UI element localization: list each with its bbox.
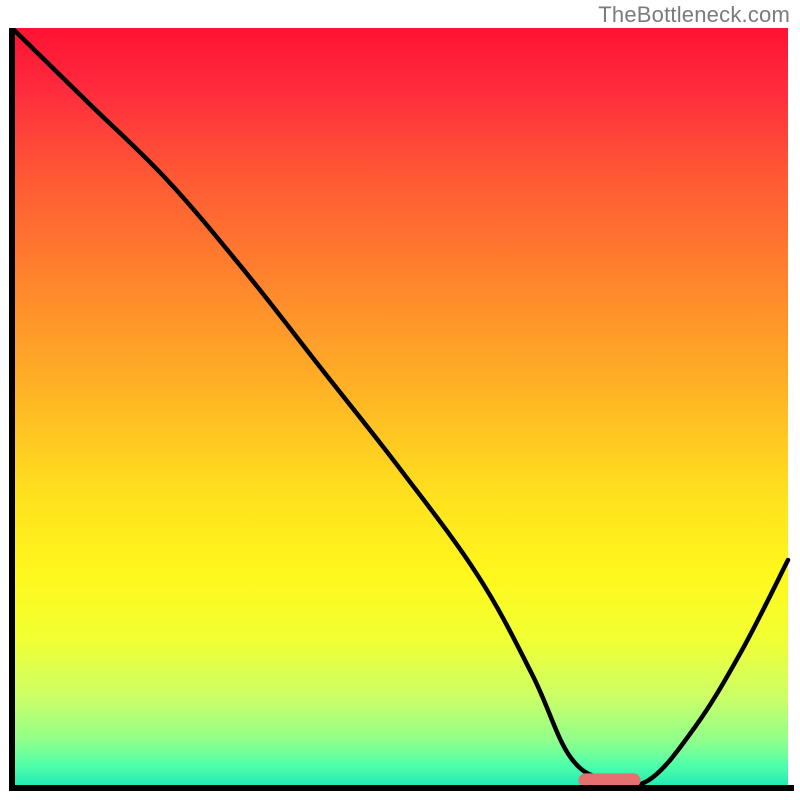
watermark-text: TheBottleneck.com xyxy=(598,2,790,28)
plot-area xyxy=(6,28,794,794)
chart-svg xyxy=(6,28,794,794)
chart-container: TheBottleneck.com xyxy=(0,0,800,800)
